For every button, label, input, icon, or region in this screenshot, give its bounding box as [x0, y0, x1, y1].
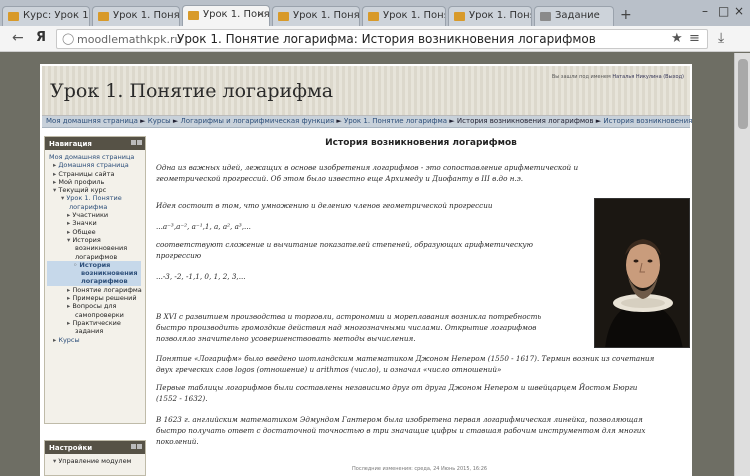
address-bar[interactable]: ◯ moodlemathkpk.ru Урок 1. Понятие логар… — [56, 29, 708, 49]
navigation-tree: Моя домашняя страница ▸ Домашняя страниц… — [45, 150, 145, 347]
moodle-icon — [188, 11, 199, 20]
navigation-block-header: Навигация — [45, 137, 145, 150]
paragraph: Понятие «Логарифм» было введено шотландс… — [156, 354, 655, 374]
url-page-title: Урок 1. Понятие логарифма: История возни… — [177, 32, 596, 46]
nav-item-examples[interactable]: ▸ Примеры решений — [47, 294, 143, 302]
nav-home[interactable]: Моя домашняя страница — [47, 153, 143, 161]
settings-block-header: Настройки — [45, 441, 145, 454]
menu-icon[interactable]: ≡ — [689, 31, 700, 46]
paragraph: соответствуют сложение и вычитание показ… — [156, 240, 533, 260]
browser-tab-active[interactable]: Урок 1. Понятие × — [182, 5, 270, 26]
block-controls[interactable] — [130, 443, 142, 450]
user-link[interactable]: Наталья Никулина — [612, 74, 661, 80]
paragraph: Одна из важных идей, лежащих в основе из… — [156, 163, 579, 183]
navigation-block: Навигация Моя домашняя страница ▸ Домашн… — [44, 136, 146, 424]
paragraph: В 1623 г. английским математиком Эдмундо… — [156, 415, 646, 446]
nav-item-general[interactable]: ▸ Общее — [47, 228, 143, 236]
portrait-image — [594, 198, 690, 348]
breadcrumb-page: История возникновения логарифмов — [456, 117, 594, 125]
nav-item-current-course[interactable]: ▾ Текущий курс — [47, 186, 143, 194]
nav-item-questions-cont[interactable]: самопроверки — [47, 311, 143, 319]
moodle-icon — [98, 12, 109, 21]
main-content: История возникновения логарифмов Одна из… — [152, 128, 690, 476]
back-arrow-icon[interactable]: ← — [12, 30, 24, 46]
nav-item-concept[interactable]: ▸ Понятие логарифма — [47, 286, 143, 294]
nav-item-history-cont[interactable]: возникновения — [47, 244, 143, 252]
breadcrumb-home[interactable]: Моя домашняя страница — [46, 117, 138, 125]
moodle-icon — [278, 12, 289, 21]
logout-link[interactable]: (Выход) — [663, 74, 684, 80]
content-heading: История возникновения логарифмов — [325, 138, 517, 148]
nav-item-badges[interactable]: ▸ Значки — [47, 219, 143, 227]
download-icon[interactable]: ⤓ — [718, 30, 724, 46]
formula: ...a⁻³,a⁻², a⁻¹,1, a, a², a³,... — [156, 222, 251, 231]
nav-item-current-page-cont[interactable]: логарифмов — [47, 277, 141, 286]
browser-tabbar: Курс: Урок 1. Г Урок 1. Понятие Урок 1. … — [0, 0, 750, 26]
minimize-icon[interactable]: – — [702, 4, 708, 18]
paragraph: Первые таблицы логарифмов были составлен… — [156, 383, 638, 403]
url-domain: moodlemathkpk.ru — [77, 33, 182, 46]
paragraph: Идея состоит в том, что умножению и деле… — [156, 201, 493, 210]
moodle-icon — [368, 12, 379, 21]
browser-tab[interactable]: Урок 1. Понятие — [272, 6, 360, 26]
nav-item-current-page[interactable]: ◦ История — [47, 260, 141, 270]
breadcrumb-courses[interactable]: Курсы — [148, 117, 171, 125]
nav-item-practice[interactable]: ▸ Практические — [47, 319, 143, 327]
paragraph: В XVI с развитием производства и торговл… — [156, 312, 542, 343]
nav-item-courses[interactable]: ▸ Курсы — [47, 336, 143, 344]
settings-item-module[interactable]: ▾ Управление модулем — [47, 457, 143, 465]
nav-item-participants[interactable]: ▸ Участники — [47, 211, 143, 219]
close-window-icon[interactable]: × — [734, 4, 744, 18]
settings-tree: ▾ Управление модулем — [45, 454, 145, 468]
bookmark-star-icon[interactable]: ★ — [671, 31, 683, 46]
login-info: Вы зашли под именем Наталья Никулина (Вы… — [551, 74, 684, 80]
close-tab-icon[interactable]: × — [257, 9, 265, 20]
page-header: Урок 1. Понятие логарифма Вы зашли под и… — [42, 66, 690, 116]
nav-item-site-pages[interactable]: ▸ Страницы сайта — [47, 170, 143, 178]
nav-item-lesson[interactable]: ▾ Урок 1. Понятие — [47, 194, 143, 202]
new-tab-button[interactable]: + — [620, 7, 632, 23]
breadcrumb-lesson[interactable]: Урок 1. Понятие логарифма — [344, 117, 447, 125]
browser-tab[interactable]: Урок 1. Понятие — [92, 6, 180, 26]
nav-item-profile[interactable]: ▸ Мой профиль — [47, 178, 143, 186]
nav-item-current-page-cont[interactable]: возникновения — [47, 269, 141, 278]
nav-item-questions[interactable]: ▸ Вопросы для — [47, 302, 143, 310]
browser-toolbar: ← Я ◯ moodlemathkpk.ru Урок 1. Понятие л… — [0, 26, 750, 52]
browser-tab[interactable]: Задание — [534, 6, 614, 26]
block-controls[interactable] — [130, 139, 142, 146]
moodle-icon — [454, 12, 465, 21]
nav-item-history-cont[interactable]: логарифмов — [47, 253, 143, 261]
formula: ...-3, -2, -1,1, 0, 1, 2, 3,... — [156, 272, 246, 281]
moodle-icon — [8, 12, 19, 21]
scrollbar-thumb[interactable] — [738, 59, 748, 129]
browser-tab[interactable]: Курс: Урок 1. Г — [2, 6, 90, 26]
settings-block: Настройки ▾ Управление модулем — [44, 440, 146, 476]
breadcrumb-category[interactable]: Логарифмы и логарифмическая функция — [181, 117, 335, 125]
yandex-button[interactable]: Я — [36, 30, 46, 45]
nav-item-lesson-cont[interactable]: логарифма — [47, 203, 143, 211]
breadcrumb-current[interactable]: История возникновения логарифмов — [603, 117, 692, 125]
nav-item-practice-cont[interactable]: задания — [47, 327, 143, 335]
nav-item-site-home[interactable]: ▸ Домашняя страница — [47, 161, 143, 169]
last-modified: Последние изменения: среда, 24 Июнь 2015… — [352, 466, 488, 472]
page-icon — [540, 12, 551, 21]
page-title: Урок 1. Понятие логарифма — [50, 80, 334, 102]
moodle-page: Урок 1. Понятие логарифма Вы зашли под и… — [40, 64, 692, 476]
nav-item-history[interactable]: ▾ История — [47, 236, 143, 244]
browser-tab[interactable]: Урок 1. Понятие — [448, 6, 532, 26]
browser-tab[interactable]: Урок 1. Понятие — [362, 6, 446, 26]
maximize-icon[interactable]: □ — [718, 4, 729, 18]
page-info-icon[interactable]: ◯ — [62, 32, 74, 45]
page-scrollbar[interactable] — [734, 53, 750, 476]
breadcrumb: Моя домашняя страница ► Курсы ► Логарифм… — [42, 116, 692, 128]
